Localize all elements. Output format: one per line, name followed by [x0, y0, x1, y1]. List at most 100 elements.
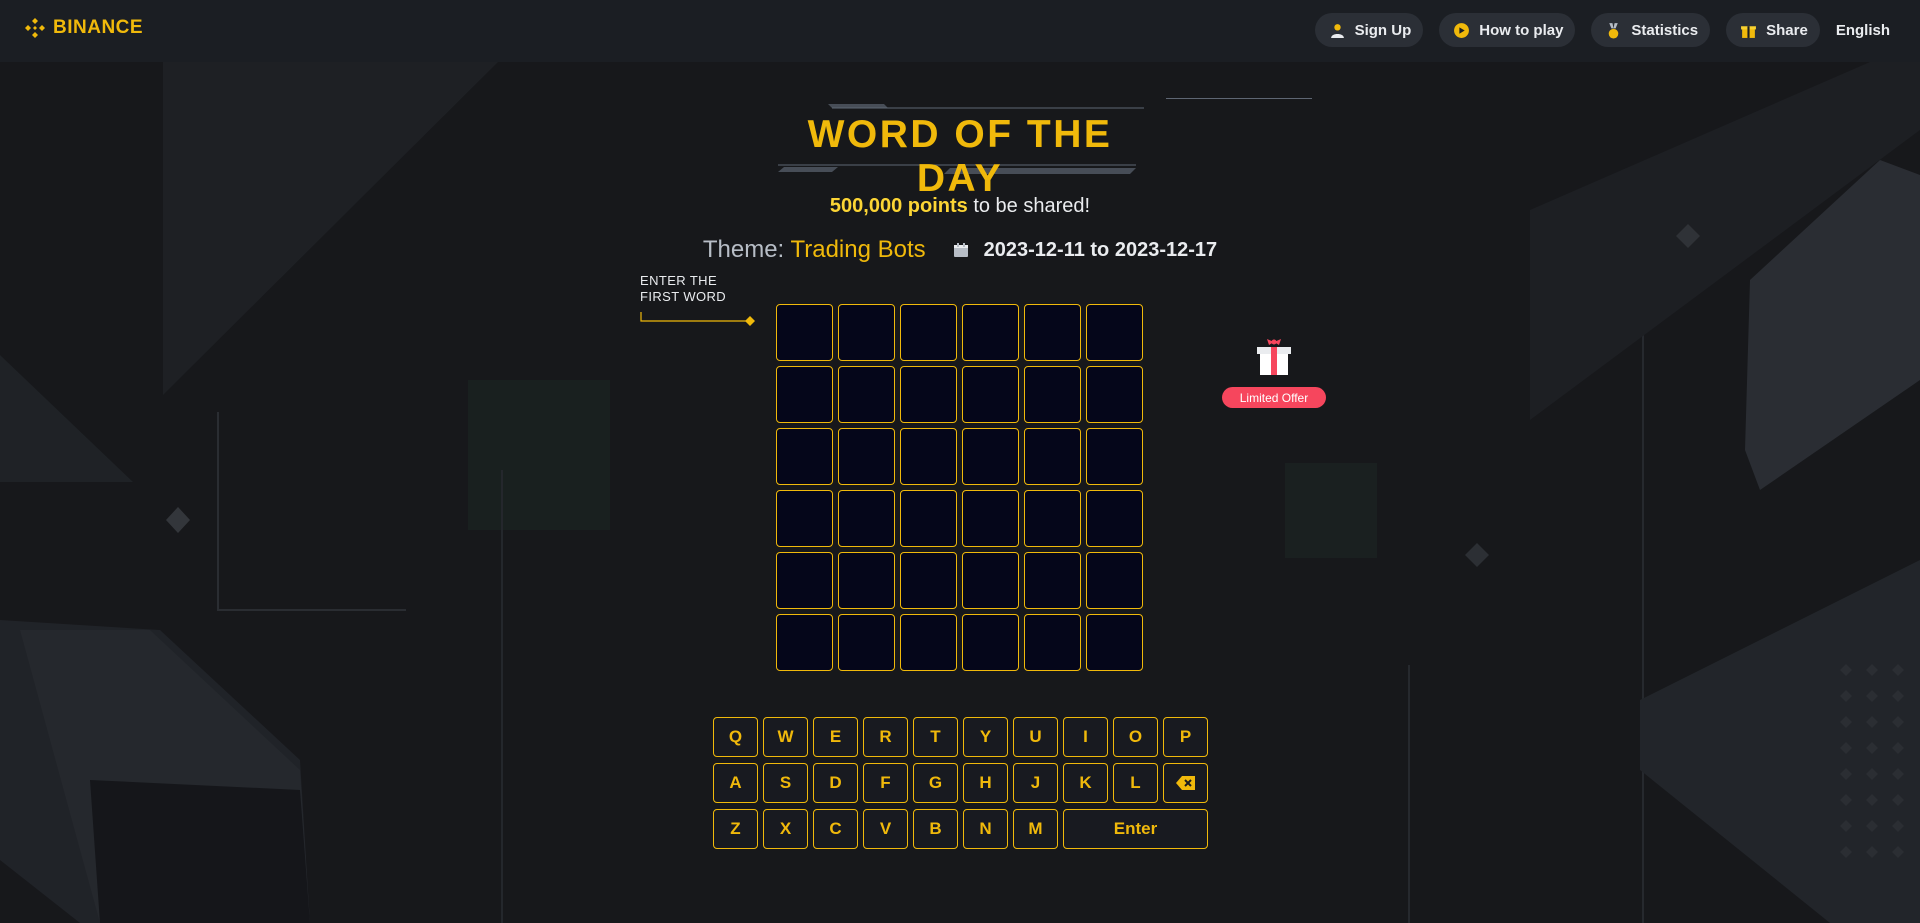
title-block: WORD OF THE DAY: [770, 98, 1150, 200]
letter-cell: [962, 366, 1019, 423]
letter-cell: [962, 428, 1019, 485]
key-q[interactable]: Q: [713, 717, 758, 757]
key-h[interactable]: H: [963, 763, 1008, 803]
theme-value: Trading Bots: [790, 236, 926, 263]
hint-line-1: ENTER THE: [640, 273, 718, 288]
keyboard-row-1: QWERTYUIOP: [713, 717, 1208, 757]
letter-cell: [900, 614, 957, 671]
key-d[interactable]: D: [813, 763, 858, 803]
sign-up-button[interactable]: Sign Up: [1314, 13, 1424, 47]
key-t[interactable]: T: [913, 717, 958, 757]
letter-cell: [1024, 428, 1081, 485]
letter-cell: [776, 428, 833, 485]
letter-cell: [1024, 366, 1081, 423]
gift-box-icon: [1257, 339, 1291, 375]
letter-grid: [776, 304, 1143, 671]
key-l[interactable]: L: [1113, 763, 1158, 803]
key-z[interactable]: Z: [713, 809, 758, 849]
binance-logo-icon: [25, 18, 45, 38]
key-u[interactable]: U: [1013, 717, 1058, 757]
letter-cell: [962, 490, 1019, 547]
key-a[interactable]: A: [713, 763, 758, 803]
letter-cell: [838, 490, 895, 547]
letter-cell: [1086, 490, 1143, 547]
key-y[interactable]: Y: [963, 717, 1008, 757]
letter-cell: [1086, 552, 1143, 609]
letter-cell: [838, 614, 895, 671]
key-x[interactable]: X: [763, 809, 808, 849]
play-icon: [1454, 22, 1470, 38]
user-icon: [1330, 23, 1344, 38]
theme-label: Theme:: [702, 236, 791, 263]
key-g[interactable]: G: [913, 763, 958, 803]
letter-cell: [962, 614, 1019, 671]
prize-suffix: to be shared!: [967, 195, 1091, 217]
letter-cell: [838, 552, 895, 609]
letter-cell: [900, 490, 957, 547]
medal-icon: [1609, 22, 1619, 38]
letter-cell: [838, 428, 895, 485]
letter-cell: [962, 304, 1019, 361]
calendar-icon: [953, 243, 968, 257]
letter-cell: [1024, 614, 1081, 671]
letter-cell: [900, 552, 957, 609]
keyboard-row-2: ASDFGHJKL: [713, 763, 1208, 803]
key-c[interactable]: C: [813, 809, 858, 849]
binance-logo[interactable]: BINANCE: [23, 15, 143, 41]
key-n[interactable]: N: [963, 809, 1008, 849]
language-selector[interactable]: English: [1836, 22, 1890, 39]
gift-icon: [1741, 25, 1757, 38]
theme-row: Theme: Trading Bots 2023-12-11 to 2023-1…: [0, 236, 1920, 264]
statistics-label: Statistics: [1631, 21, 1699, 39]
how-to-play-label: How to play: [1479, 21, 1564, 39]
letter-cell: [776, 304, 833, 361]
key-i[interactable]: I: [1063, 717, 1108, 757]
key-f[interactable]: F: [863, 763, 908, 803]
key-p[interactable]: P: [1163, 717, 1208, 757]
statistics-button[interactable]: Statistics: [1591, 13, 1711, 47]
letter-cell: [838, 304, 895, 361]
key-v[interactable]: V: [863, 809, 908, 849]
letter-cell: [900, 428, 957, 485]
key-m[interactable]: M: [1013, 809, 1058, 849]
backspace-icon: [1175, 776, 1195, 790]
letter-cell: [962, 552, 1019, 609]
letter-cell: [1086, 428, 1143, 485]
date-range-text: 2023-12-11 to 2023-12-17: [983, 238, 1218, 261]
how-to-play-button[interactable]: How to play: [1439, 13, 1576, 47]
keyboard-row-3: Z X C V B N M Enter: [713, 809, 1208, 849]
letter-cell: [1086, 366, 1143, 423]
first-word-hint: ENTER THE FIRST WORD: [640, 273, 726, 305]
enter-key[interactable]: Enter: [1063, 809, 1208, 849]
top-bar: BINANCE Sign Up How to play Statistics S…: [0, 0, 1920, 62]
letter-cell: [776, 552, 833, 609]
hint-line-2: FIRST WORD: [640, 289, 727, 304]
letter-cell: [1024, 304, 1081, 361]
letter-cell: [1086, 304, 1143, 361]
limited-offer-badge: Limited Offer: [1222, 387, 1326, 408]
brand-name: BINANCE: [53, 17, 144, 38]
key-k[interactable]: K: [1063, 763, 1108, 803]
share-button[interactable]: Share: [1726, 13, 1820, 47]
theme: Theme: Trading Bots: [703, 236, 926, 264]
key-o[interactable]: O: [1113, 717, 1158, 757]
letter-cell: [1024, 490, 1081, 547]
letter-cell: [1086, 614, 1143, 671]
backspace-key[interactable]: [1163, 763, 1208, 803]
key-r[interactable]: R: [863, 717, 908, 757]
letter-cell: [776, 490, 833, 547]
key-e[interactable]: E: [813, 717, 858, 757]
key-b[interactable]: B: [913, 809, 958, 849]
keyboard: QWERTYUIOP ASDFGHJKL Z X C V B N M Enter: [713, 717, 1208, 855]
key-j[interactable]: J: [1013, 763, 1058, 803]
top-nav: Sign Up How to play Statistics Share Eng…: [1314, 13, 1920, 47]
letter-cell: [900, 366, 957, 423]
key-w[interactable]: W: [763, 717, 808, 757]
share-label: Share: [1766, 21, 1808, 39]
letter-cell: [776, 614, 833, 671]
prize-amount: 500,000 points: [829, 195, 968, 217]
letter-cell: [838, 366, 895, 423]
key-s[interactable]: S: [763, 763, 808, 803]
page-title: WORD OF THE DAY: [807, 113, 1113, 200]
letter-cell: [900, 304, 957, 361]
